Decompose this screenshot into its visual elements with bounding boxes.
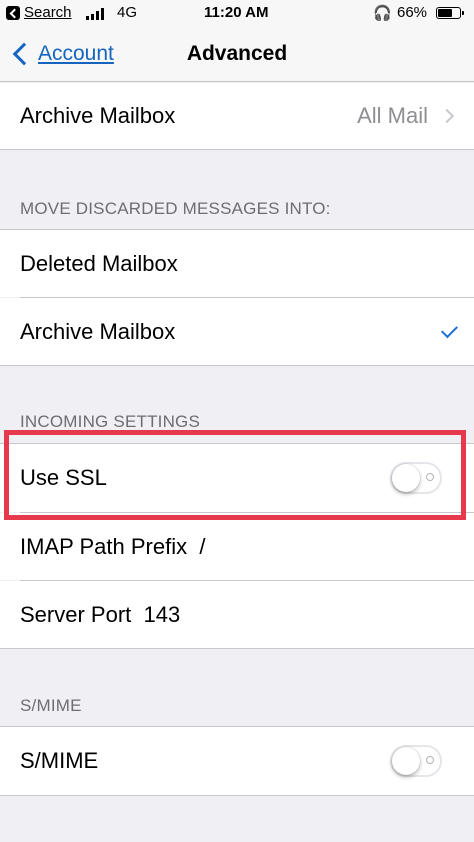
imap-path-prefix-row[interactable]: IMAP Path Prefix / — [0, 513, 474, 580]
section-header-incoming: INCOMING SETTINGS — [20, 412, 201, 431]
option-label: Deleted Mailbox — [20, 250, 178, 276]
headphones-icon: 🎧 — [373, 5, 392, 22]
battery-percentage: 66% — [397, 4, 428, 21]
toggle-knob[interactable] — [392, 464, 420, 492]
server-port-value[interactable]: 143 — [144, 602, 181, 627]
archive-mailbox-label: Archive Mailbox — [20, 103, 176, 128]
page-title: Advanced — [186, 42, 288, 65]
imap-path-prefix-label: IMAP Path Prefix — [20, 533, 188, 559]
divider — [0, 795, 474, 796]
chevron-right-icon — [439, 108, 455, 124]
section-header-discarded: MOVE DISCARDED MESSAGES INTO: — [20, 199, 331, 218]
toggle-knob[interactable] — [392, 747, 420, 775]
imap-path-prefix-field[interactable]: IMAP Path Prefix / — [20, 534, 205, 560]
status-bar: Search 4G 11:20 AM 🎧 66% — [0, 0, 474, 28]
archive-mailbox-value: All Mail — [357, 103, 428, 128]
checkmark-icon — [441, 320, 458, 338]
battery-fill — [438, 9, 452, 17]
divider — [0, 648, 474, 649]
use-ssl-row: Use SSL — [0, 444, 474, 512]
use-ssl-toggle[interactable] — [390, 462, 442, 494]
option-deleted-mailbox[interactable]: Deleted Mailbox — [0, 230, 474, 297]
toggle-off-icon — [426, 756, 434, 764]
imap-path-prefix-value[interactable]: / — [199, 534, 205, 559]
smime-label: S/MIME — [20, 748, 99, 773]
battery-icon — [436, 7, 464, 19]
divider — [0, 365, 474, 366]
signal-strength-icon — [86, 8, 104, 20]
section-header-smime: S/MIME — [20, 696, 82, 715]
archive-mailbox-row[interactable]: Archive Mailbox All Mail — [0, 83, 474, 149]
server-port-row[interactable]: Server Port 143 — [0, 581, 474, 648]
smime-toggle[interactable] — [390, 745, 442, 777]
back-to-app-icon[interactable] — [6, 6, 20, 20]
clock: 11:20 AM — [204, 4, 269, 21]
server-port-label: Server Port — [20, 601, 132, 627]
server-port-field[interactable]: Server Port 143 — [20, 602, 180, 628]
option-label: Archive Mailbox — [20, 318, 176, 344]
smime-row: S/MIME — [0, 727, 474, 795]
toggle-off-icon — [426, 473, 434, 481]
navigation-bar: Account Advanced — [0, 28, 474, 82]
divider — [0, 149, 474, 150]
carrier-label: 4G — [117, 4, 138, 21]
back-to-app-link[interactable]: Search — [24, 4, 72, 21]
option-archive-mailbox[interactable]: Archive Mailbox — [0, 298, 474, 365]
use-ssl-label: Use SSL — [20, 465, 107, 490]
